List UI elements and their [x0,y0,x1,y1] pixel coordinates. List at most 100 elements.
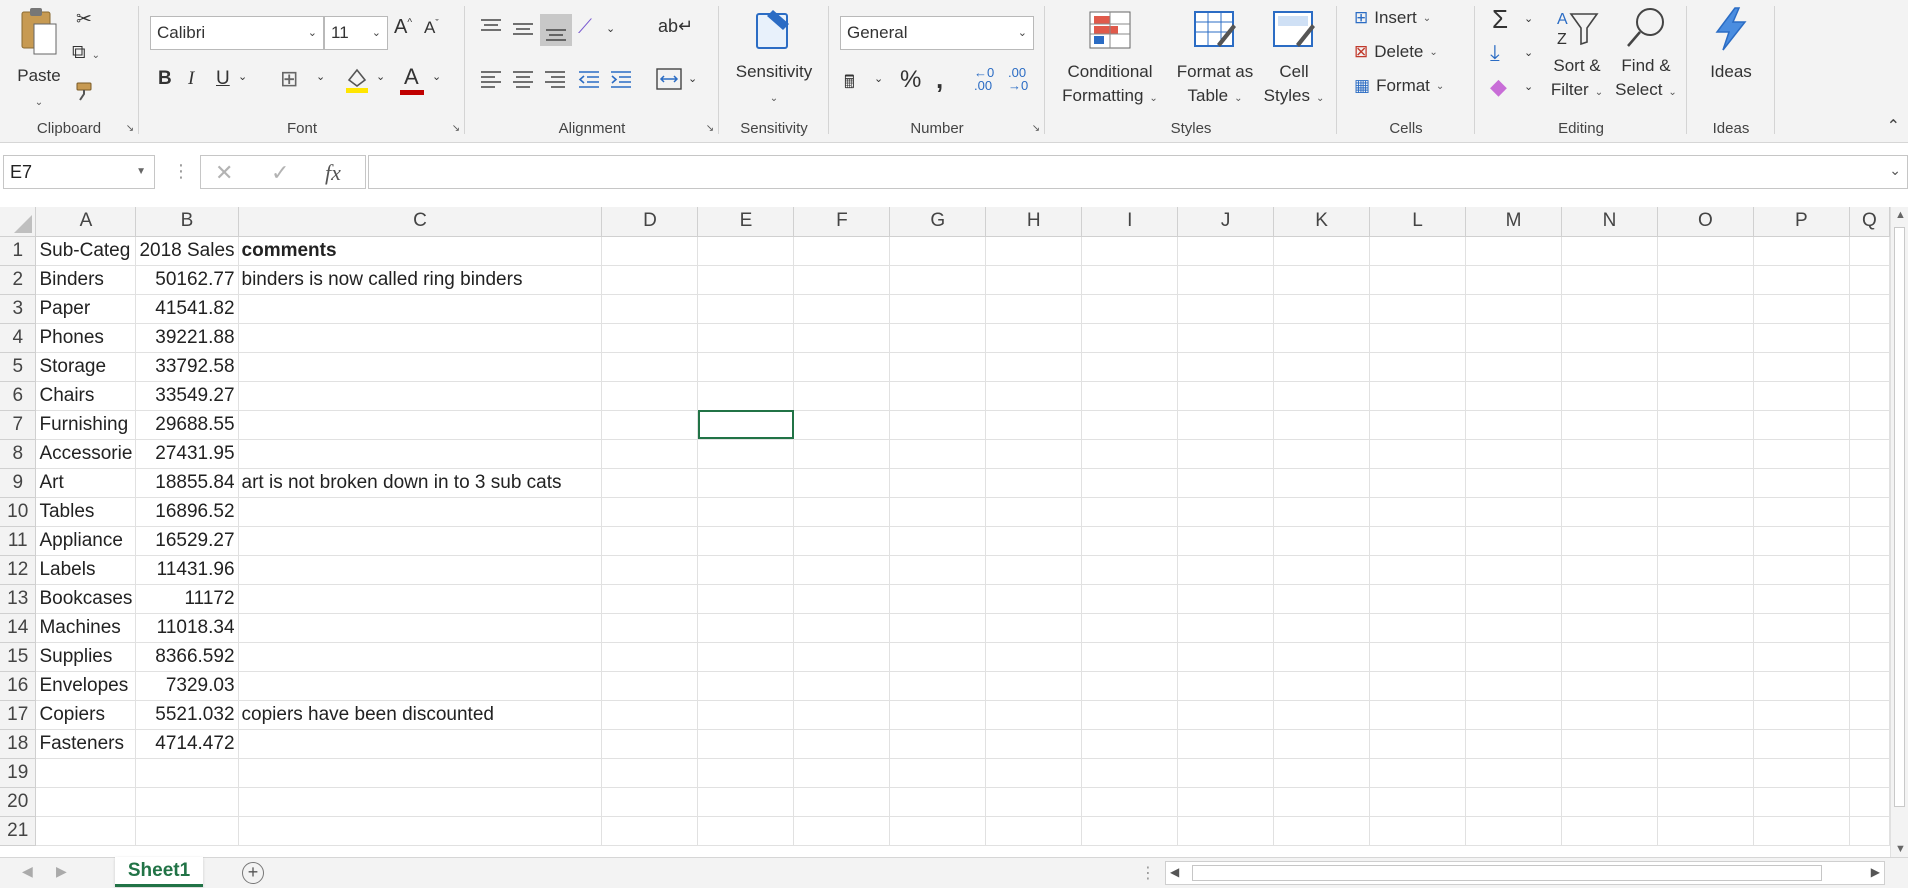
cell-a[interactable]: Chairs [35,381,137,411]
row-header[interactable]: 12 [0,555,37,585]
cell-b[interactable]: 29688.55 [135,410,239,440]
cell-a[interactable] [35,758,137,788]
cell-a[interactable]: Furnishing [35,410,137,440]
cell-j[interactable] [1177,294,1275,324]
cell-m[interactable] [1465,700,1563,730]
cell-o[interactable] [1657,526,1754,556]
cell-h[interactable] [985,816,1083,846]
cell-g[interactable] [889,729,987,759]
cell-e[interactable] [697,642,795,672]
align-center-icon[interactable] [512,70,534,88]
row-header[interactable]: 6 [0,381,37,411]
cell-a[interactable]: Machines [35,613,137,643]
row-header[interactable]: 16 [0,671,37,701]
cell-h[interactable] [985,265,1083,295]
cell-e[interactable] [697,352,795,382]
cell-p[interactable] [1753,294,1850,324]
font-launcher-icon[interactable]: ↘ [450,123,462,135]
cell-m[interactable] [1465,410,1563,440]
cell-p[interactable] [1753,613,1850,643]
cell-k[interactable] [1273,642,1371,672]
cell-c[interactable] [238,526,603,556]
cell-j[interactable] [1177,671,1275,701]
decrease-indent-icon[interactable] [578,70,600,88]
cell-o[interactable] [1657,729,1754,759]
cell-q[interactable] [1849,265,1890,295]
cell-h[interactable] [985,671,1083,701]
cell-q[interactable] [1849,497,1890,527]
cell-k[interactable] [1273,381,1371,411]
column-header-c[interactable]: C [238,207,603,237]
cell-o[interactable] [1657,700,1754,730]
cell-g[interactable] [889,410,987,440]
cell-i[interactable] [1081,265,1179,295]
column-header-o[interactable]: O [1657,207,1754,237]
font-size-select[interactable]: 11 ⌄ [324,16,388,50]
cell-c[interactable] [238,613,603,643]
cell-p[interactable] [1753,555,1850,585]
cell-j[interactable] [1177,642,1275,672]
cell-d[interactable] [601,584,699,614]
row-header[interactable]: 15 [0,642,37,672]
formula-input[interactable]: ⌄ [368,155,1908,189]
cell-i[interactable] [1081,729,1179,759]
cell-g[interactable] [889,555,987,585]
cell-l[interactable] [1369,729,1467,759]
cell-d[interactable] [601,787,699,817]
select-all-corner[interactable] [0,207,37,237]
cell-j[interactable] [1177,584,1275,614]
cell-l[interactable] [1369,381,1467,411]
cell-n[interactable] [1561,410,1658,440]
cell-o[interactable] [1657,497,1754,527]
cell-c[interactable]: comments [238,236,603,266]
cell-c[interactable] [238,584,603,614]
vertical-scroll-thumb[interactable] [1894,227,1905,807]
column-header-e[interactable]: E [697,207,795,237]
chevron-down-icon[interactable]: ⌄ [606,22,615,35]
insert-button[interactable]: ⊞ Insert ⌄ [1354,8,1431,28]
find-select-button[interactable]: Find & Select ⌄ [1612,6,1680,105]
cell-a[interactable]: Appliance [35,526,137,556]
cell-j[interactable] [1177,381,1275,411]
cell-a[interactable]: Sub-Categ [35,236,137,266]
merge-center-icon[interactable] [656,68,682,90]
cell-k[interactable] [1273,526,1371,556]
cell-j[interactable] [1177,816,1275,846]
cell-e[interactable] [697,497,795,527]
cell-q[interactable] [1849,410,1890,440]
cell-d[interactable] [601,526,699,556]
cell-l[interactable] [1369,468,1467,498]
cell-o[interactable] [1657,323,1754,353]
cell-j[interactable] [1177,410,1275,440]
cell-q[interactable] [1849,294,1890,324]
cell-i[interactable] [1081,555,1179,585]
cell-o[interactable] [1657,265,1754,295]
cell-i[interactable] [1081,584,1179,614]
row-header[interactable]: 2 [0,265,37,295]
row-header[interactable]: 17 [0,700,37,730]
row-header[interactable]: 9 [0,468,37,498]
paste-button[interactable]: Paste ⌄ [10,6,68,115]
cell-p[interactable] [1753,236,1850,266]
cell-m[interactable] [1465,265,1563,295]
cell-j[interactable] [1177,729,1275,759]
delete-button[interactable]: ⊠ Delete ⌄ [1354,42,1438,62]
cell-a[interactable]: Storage [35,352,137,382]
cell-h[interactable] [985,468,1083,498]
resize-handle-icon[interactable]: ⋮ [172,161,190,182]
cell-c[interactable] [238,816,603,846]
cell-i[interactable] [1081,294,1179,324]
cell-j[interactable] [1177,265,1275,295]
cell-j[interactable] [1177,497,1275,527]
cell-l[interactable] [1369,671,1467,701]
cell-h[interactable] [985,787,1083,817]
cell-p[interactable] [1753,671,1850,701]
cell-d[interactable] [601,381,699,411]
cell-l[interactable] [1369,555,1467,585]
cell-b[interactable]: 4714.472 [135,729,239,759]
cell-c[interactable] [238,555,603,585]
cell-o[interactable] [1657,613,1754,643]
autosum-icon[interactable]: Σ [1492,4,1508,35]
cell-f[interactable] [793,729,891,759]
cell-b[interactable]: 39221.88 [135,323,239,353]
